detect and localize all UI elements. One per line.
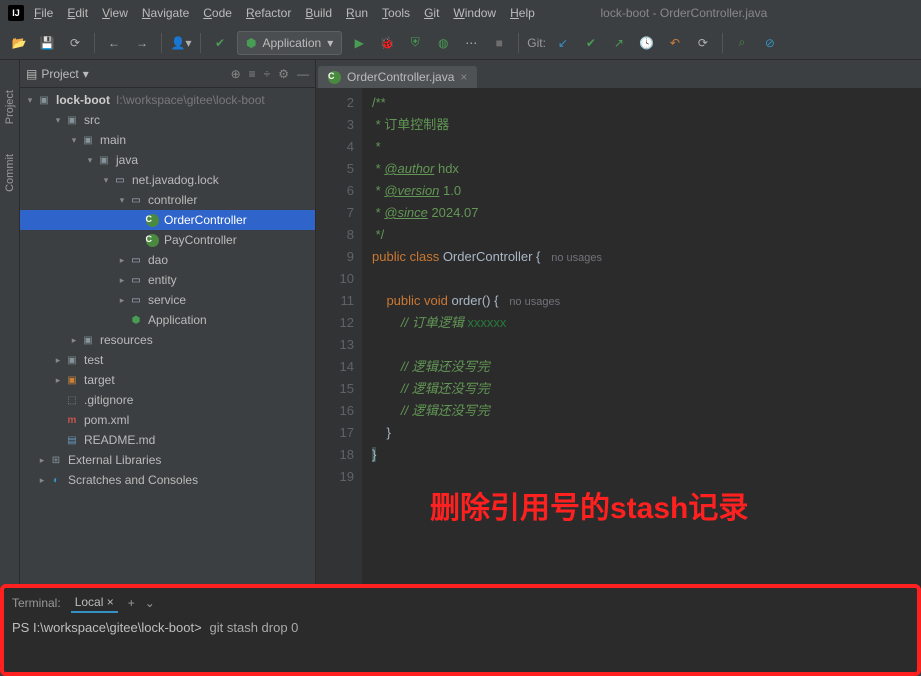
menu-tools[interactable]: Tools: [382, 6, 410, 20]
hammer-icon[interactable]: ✔: [209, 32, 231, 54]
project-label: Project: [41, 67, 78, 81]
debug-icon[interactable]: 🐞: [376, 32, 398, 54]
run-icon[interactable]: ▶: [348, 32, 370, 54]
terminal-output[interactable]: PS I:\workspace\gitee\lock-boot> git sta…: [12, 614, 909, 636]
more-run-icon[interactable]: ⋯: [460, 32, 482, 54]
expand-icon[interactable]: ≡: [249, 67, 256, 81]
settings-icon[interactable]: ⚙: [278, 67, 289, 81]
git-update-icon[interactable]: ↙: [552, 32, 574, 54]
tree-item-test[interactable]: ▸▣test: [20, 350, 315, 370]
tree-item-resources[interactable]: ▸▣resources: [20, 330, 315, 350]
refresh-icon[interactable]: ⟳: [64, 32, 86, 54]
forward-icon[interactable]: →: [131, 32, 153, 54]
profile-icon[interactable]: ◍: [432, 32, 454, 54]
terminal-panel[interactable]: Terminal: Local × + ⌄ PS I:\workspace\gi…: [0, 584, 921, 676]
stop-all-icon[interactable]: ⊘: [759, 32, 781, 54]
git-commit-icon[interactable]: ✔: [580, 32, 602, 54]
menu-code[interactable]: Code: [203, 6, 232, 20]
chevron-down-icon: ▾: [83, 67, 89, 81]
open-icon[interactable]: 📂: [8, 32, 30, 54]
main-toolbar: 📂 💾 ⟳ ← → 👤▾ ✔ ⬢ Application ▾ ▶ 🐞 ⛨ ◍ ⋯…: [0, 26, 921, 60]
git-label: Git:: [527, 36, 546, 50]
terminal-tab[interactable]: Local ×: [71, 593, 118, 613]
tool-tab-commit[interactable]: Commit: [4, 154, 16, 192]
run-config-label: Application: [262, 36, 321, 50]
coverage-icon[interactable]: ⛨: [404, 32, 426, 54]
tree-item-controller[interactable]: ▾▭controller: [20, 190, 315, 210]
spring-icon: ⬢: [246, 36, 256, 50]
code-editor[interactable]: 2345678910111213141516171819 /** * 订单控制器…: [316, 88, 921, 600]
tree-item-main[interactable]: ▾▣main: [20, 130, 315, 150]
tree-item-external-libraries[interactable]: ▸⊞External Libraries: [20, 450, 315, 470]
menu-edit[interactable]: Edit: [67, 6, 88, 20]
terminal-command: git stash drop 0: [210, 620, 299, 635]
tree-item-pom-xml[interactable]: mpom.xml: [20, 410, 315, 430]
git-history-icon[interactable]: 🕓: [636, 32, 658, 54]
tree-item-scratches-and-consoles[interactable]: ▸◐Scratches and Consoles: [20, 470, 315, 490]
stop-icon[interactable]: ■: [488, 32, 510, 54]
tree-item-ordercontroller[interactable]: COrderController: [20, 210, 315, 230]
collapse-icon[interactable]: ÷: [264, 67, 271, 81]
editor-tab[interactable]: C OrderController.java ×: [318, 66, 477, 88]
menu-build[interactable]: Build: [305, 6, 332, 20]
hide-icon[interactable]: —: [297, 67, 309, 81]
ide-logo: IJ: [8, 5, 24, 21]
close-icon[interactable]: ×: [460, 70, 467, 84]
tree-item-target[interactable]: ▸▣target: [20, 370, 315, 390]
tree-item-src[interactable]: ▾▣src: [20, 110, 315, 130]
project-tree[interactable]: ▾▣lock-bootI:\workspace\gitee\lock-boot▾…: [20, 88, 315, 600]
tree-item-application[interactable]: ⬢Application: [20, 310, 315, 330]
tree-item--gitignore[interactable]: ⬚.gitignore: [20, 390, 315, 410]
menu-run[interactable]: Run: [346, 6, 368, 20]
tree-item-paycontroller[interactable]: CPayController: [20, 230, 315, 250]
menu-help[interactable]: Help: [510, 6, 535, 20]
build-icon[interactable]: 👤▾: [170, 32, 192, 54]
folder-icon: ▤: [26, 67, 37, 81]
tree-item-entity[interactable]: ▸▭entity: [20, 270, 315, 290]
search-icon[interactable]: ⌕: [731, 32, 753, 54]
tree-item-dao[interactable]: ▸▭dao: [20, 250, 315, 270]
menu-file[interactable]: File: [34, 6, 53, 20]
add-terminal-icon[interactable]: +: [128, 596, 135, 610]
save-icon[interactable]: 💾: [36, 32, 58, 54]
tree-root[interactable]: ▾▣lock-bootI:\workspace\gitee\lock-boot: [20, 90, 315, 110]
tab-label: OrderController.java: [347, 70, 454, 84]
terminal-prompt: PS I:\workspace\gitee\lock-boot>: [12, 620, 202, 635]
main-menu: File Edit View Navigate Code Refactor Build Run…: [34, 6, 535, 20]
git-rollback-icon[interactable]: ↶: [664, 32, 686, 54]
class-icon: C: [328, 71, 341, 84]
menu-git[interactable]: Git: [424, 6, 439, 20]
terminal-dropdown-icon[interactable]: ⌄: [145, 596, 155, 610]
chevron-down-icon: ▾: [327, 36, 333, 50]
tree-item-net-javadog-lock[interactable]: ▾▭net.javadog.lock: [20, 170, 315, 190]
project-tool-title[interactable]: ▤ Project ▾: [26, 67, 89, 81]
tool-tab-project[interactable]: Project: [4, 90, 16, 124]
tree-item-readme-md[interactable]: ▤README.md: [20, 430, 315, 450]
terminal-title: Terminal:: [12, 596, 61, 610]
tree-item-java[interactable]: ▾▣java: [20, 150, 315, 170]
back-icon[interactable]: ←: [103, 32, 125, 54]
menu-view[interactable]: View: [102, 6, 128, 20]
git-push-icon[interactable]: ↗: [608, 32, 630, 54]
menu-refactor[interactable]: Refactor: [246, 6, 291, 20]
menu-navigate[interactable]: Navigate: [142, 6, 189, 20]
window-title: lock-boot - OrderController.java: [535, 6, 833, 20]
annotation-overlay: 删除引用号的stash记录: [430, 498, 748, 520]
git-reload-icon[interactable]: ⟳: [692, 32, 714, 54]
menu-window[interactable]: Window: [453, 6, 496, 20]
target-icon[interactable]: ⊕: [231, 67, 241, 81]
run-config-selector[interactable]: ⬢ Application ▾: [237, 31, 342, 55]
tree-item-service[interactable]: ▸▭service: [20, 290, 315, 310]
